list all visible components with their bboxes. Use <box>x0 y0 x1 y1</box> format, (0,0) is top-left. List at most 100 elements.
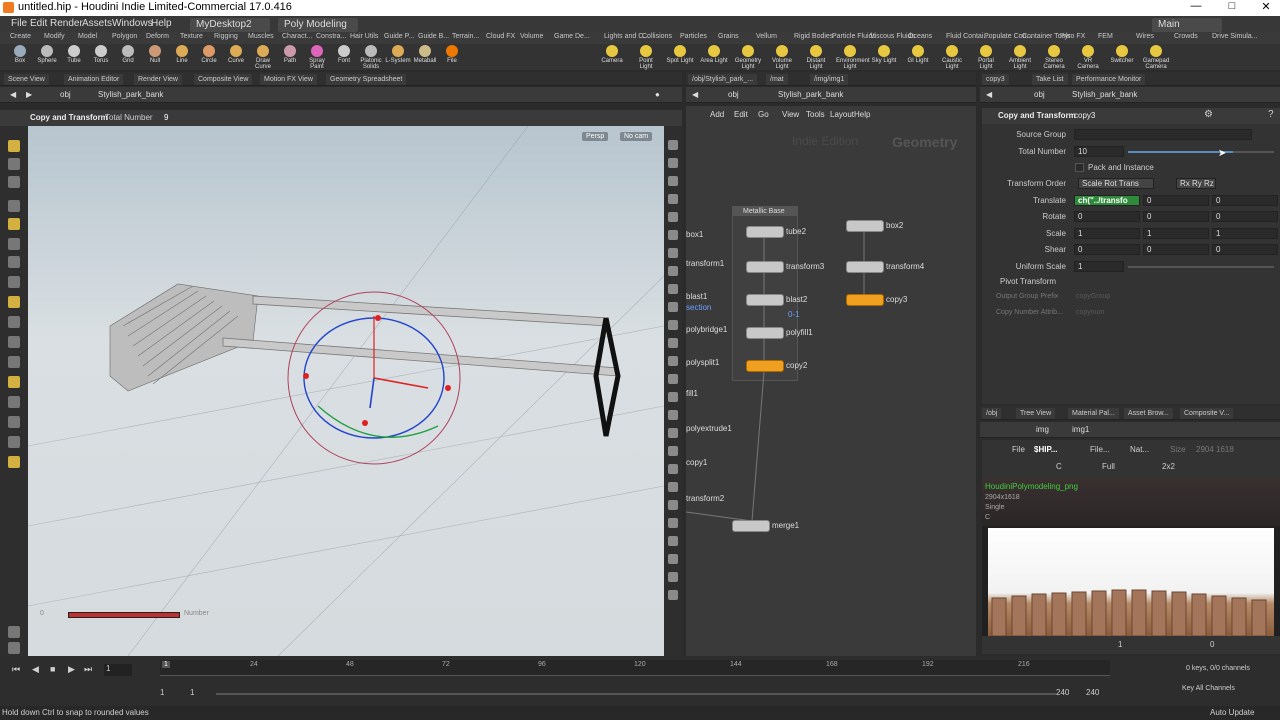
shelf-tab[interactable]: Game De... <box>554 33 590 40</box>
timeline-end2-field[interactable]: 240 <box>1086 688 1099 697</box>
network-menu-view[interactable]: View <box>782 110 799 119</box>
tool-icon[interactable] <box>8 626 20 638</box>
tab-motion-fx-view[interactable]: Motion FX View <box>260 74 317 85</box>
path-node[interactable]: Stylish_park_bank <box>98 90 163 99</box>
shelf-tool-draw-curve[interactable]: Draw Curve <box>249 45 277 70</box>
close-button[interactable]: ✕ <box>1256 0 1276 13</box>
display-option-icon[interactable] <box>668 446 678 456</box>
node-box2[interactable] <box>846 220 884 232</box>
rotate-x-field[interactable]: 0 <box>1074 211 1140 222</box>
timeline-start-field[interactable]: 1 <box>160 688 164 697</box>
tab-animation-editor[interactable]: Animation Editor <box>64 74 124 85</box>
timeline-start2-field[interactable]: 1 <box>190 688 194 697</box>
network-menu-add[interactable]: Add <box>710 110 724 119</box>
desktop-selector[interactable]: MyDesktop2 <box>190 18 270 32</box>
shelf-tab[interactable]: Muscles <box>248 33 274 40</box>
translate-z-field[interactable]: 0 <box>1212 195 1278 206</box>
rotation-order-menu[interactable]: Rx Ry Rz <box>1176 178 1216 189</box>
tool-icon[interactable] <box>8 642 20 654</box>
shelf-tab[interactable]: Vellum <box>756 33 777 40</box>
shelf-tab[interactable]: Modify <box>44 33 65 40</box>
image-frame2-field[interactable]: 0 <box>1210 640 1214 649</box>
display-option-icon[interactable] <box>668 176 678 186</box>
shelf-tool-metaball[interactable]: Metaball <box>411 45 439 64</box>
display-option-icon[interactable] <box>668 212 678 222</box>
display-option-icon[interactable] <box>668 374 678 384</box>
display-option-icon[interactable] <box>668 320 678 330</box>
network-tab[interactable]: /obj/Stylish_park_... <box>688 74 758 85</box>
shelf-tool-curve[interactable]: Curve <box>222 45 250 64</box>
shelf-tool-geometry-light[interactable]: Geometry Light <box>734 45 762 70</box>
main-desktop-selector[interactable]: Main <box>1152 18 1222 32</box>
panel-tab[interactable]: Composite V... <box>1180 408 1234 419</box>
translate-y-field[interactable]: 0 <box>1143 195 1209 206</box>
network-editor[interactable]: Indie Edition Geometry Metallic Base tub… <box>686 126 976 656</box>
shelf-tool-area-light[interactable]: Area Light <box>700 45 728 64</box>
image-viewer[interactable]: HoudiniPolymodeling_png 2904x1618 Single… <box>982 478 1280 636</box>
uniform-scale-field[interactable]: 1 <box>1074 261 1124 272</box>
tool-icon[interactable] <box>8 218 20 230</box>
gear-icon[interactable]: ⚙ <box>1204 109 1213 120</box>
shelf-tool-grid[interactable]: Grid <box>114 45 142 64</box>
image-hip-path[interactable]: $HIP... <box>1034 445 1057 454</box>
panel-tab[interactable]: copy3 <box>982 74 1009 85</box>
path-node[interactable]: Stylish_park_bank <box>778 90 843 99</box>
output-group-prefix-field[interactable]: copyGroup <box>1076 293 1110 300</box>
total-number-field[interactable]: 10 <box>1074 146 1124 157</box>
rotate-z-field[interactable]: 0 <box>1212 211 1278 222</box>
scale-x-field[interactable]: 1 <box>1074 228 1140 239</box>
shelf-tool-spray-paint[interactable]: Spray Paint <box>303 45 331 70</box>
shelf-tab[interactable]: Particles <box>680 33 707 40</box>
shelf-tool-sky-light[interactable]: Sky Light <box>870 45 898 64</box>
display-option-icon[interactable] <box>668 338 678 348</box>
jump-start-icon[interactable]: ⏮ <box>12 664 20 675</box>
tool-icon[interactable] <box>8 176 20 188</box>
scale-z-field[interactable]: 1 <box>1212 228 1278 239</box>
tool-icon[interactable] <box>8 396 20 408</box>
shear-z-field[interactable]: 0 <box>1212 244 1278 255</box>
source-group-field[interactable] <box>1074 129 1252 140</box>
panel-tab[interactable]: Performance Monitor <box>1072 74 1146 85</box>
tool-icon[interactable] <box>8 238 20 250</box>
shelf-tab[interactable]: FEM <box>1098 33 1113 40</box>
shelf-tool-tube[interactable]: Tube <box>60 45 88 64</box>
shelf-tool-stereo-camera[interactable]: Stereo Camera <box>1040 45 1068 70</box>
path-obj[interactable]: obj <box>60 90 71 99</box>
image-frame-field[interactable]: 1 <box>1118 640 1122 649</box>
tool-icon[interactable] <box>8 436 20 448</box>
shelf-tool-distant-light[interactable]: Distant Light <box>802 45 830 70</box>
timeline-current-frame[interactable]: 1 <box>162 661 170 668</box>
menu-file[interactable]: File <box>11 18 27 29</box>
node-merge1[interactable] <box>732 520 770 532</box>
display-option-icon[interactable] <box>668 392 678 402</box>
panel-tab[interactable]: Asset Brow... <box>1124 408 1173 419</box>
display-option-icon[interactable] <box>668 248 678 258</box>
shelf-tab[interactable]: Cloud FX <box>486 33 515 40</box>
maximize-button[interactable]: □ <box>1222 0 1242 12</box>
shelf-tab[interactable]: Hair Utils <box>350 33 378 40</box>
display-option-icon[interactable] <box>668 464 678 474</box>
shelf-tool-platonic-solids[interactable]: Platonic Solids <box>357 45 385 70</box>
timeline-end-field[interactable]: 240 <box>1056 688 1069 697</box>
key-all-channels-button[interactable]: Key All Channels <box>1182 685 1235 692</box>
shelf-tool-gi-light[interactable]: GI Light <box>904 45 932 64</box>
shelf-tab[interactable]: Volume <box>520 33 543 40</box>
shelf-tool-switcher[interactable]: Switcher <box>1108 45 1136 64</box>
tool-icon[interactable] <box>8 376 20 388</box>
image-full-menu[interactable]: Full <box>1102 462 1115 471</box>
display-option-icon[interactable] <box>668 518 678 528</box>
help-icon[interactable]: ? <box>1268 109 1274 120</box>
menu-render[interactable]: Render <box>50 18 83 29</box>
shelf-tab[interactable]: Pyro FX <box>1060 33 1085 40</box>
shelf-tool-spot-light[interactable]: Spot Light <box>666 45 694 64</box>
pack-checkbox[interactable] <box>1075 163 1084 172</box>
tool-icon[interactable] <box>8 158 20 170</box>
translate-x-field[interactable]: ch("../transfo <box>1074 195 1140 206</box>
path-obj[interactable]: obj <box>728 90 739 99</box>
menu-help[interactable]: Help <box>151 18 172 29</box>
display-option-icon[interactable] <box>668 428 678 438</box>
network-menu-layout[interactable]: Layout <box>830 110 854 119</box>
tab-composite-view[interactable]: Composite View <box>194 74 253 85</box>
shelf-tab[interactable]: Fluid Contai... <box>946 33 989 40</box>
display-option-icon[interactable] <box>668 266 678 276</box>
